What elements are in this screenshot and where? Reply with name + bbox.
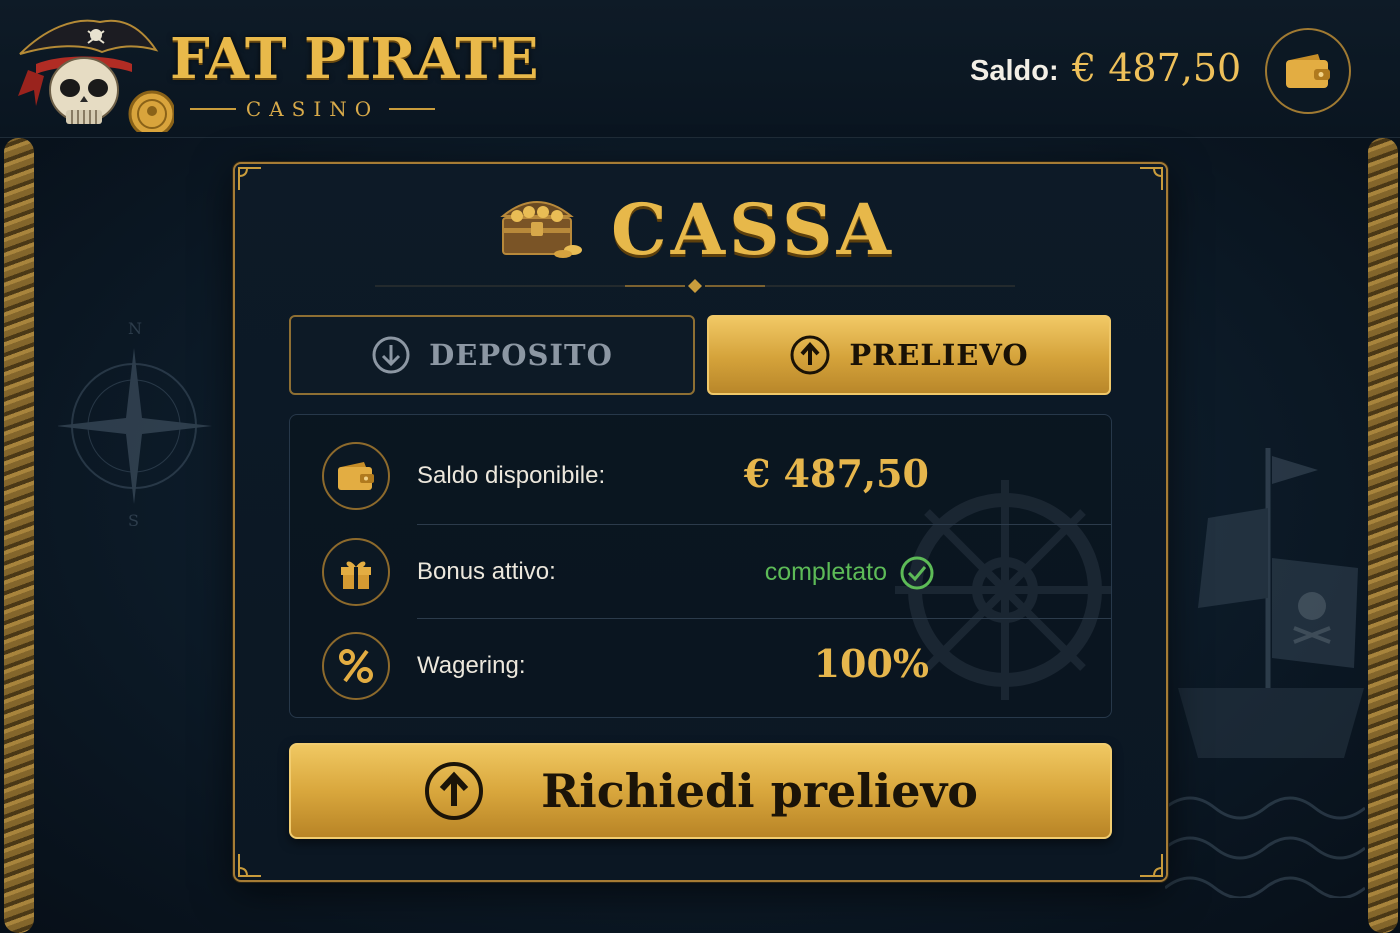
sea-waves-decoration [1165,796,1365,898]
tab-deposit[interactable]: DEPOSITO [289,315,695,395]
tab-deposit-label: DEPOSITO [429,338,613,372]
compass-icon: N S [58,319,212,530]
brand-subtitle-text: CASINO [245,97,380,121]
arrow-up-circle-icon [425,762,484,820]
wallet-button[interactable] [1265,28,1351,114]
bonus-status: completato [764,558,887,586]
brand-divider-left [190,108,236,110]
brand-name: FAT PIRATE [170,26,539,92]
cashier-title: CASSA [611,188,895,271]
check-circle-icon [900,556,934,590]
tab-withdraw-label: PRELIEVO [849,338,1029,372]
wallet-icon [1286,54,1330,88]
title-divider-ornament [375,279,1015,293]
balance-value: € 487,50 [1072,46,1242,90]
wagering-row: Wagering: 100% [290,619,1111,715]
gift-icon [322,538,390,606]
request-withdrawal-button[interactable]: Richiedi prelievo [289,743,1112,839]
rope-left-decoration [4,138,34,933]
corner-ornament [1140,854,1163,877]
bonus-label: Bonus attivo: [417,558,556,585]
treasure-chest-icon [500,201,582,258]
wagering-value: 100% [813,641,929,686]
top-bar: FAT PIRATE CASINO Saldo: € 487,50 [0,0,1400,138]
svg-text:N: N [128,319,142,338]
arrow-down-circle-icon [372,336,410,374]
brand-subtitle: CASINO [190,96,435,122]
corner-ornament [238,854,261,877]
corner-ornament [238,167,261,190]
available-balance-value: € 487,50 [743,451,929,496]
request-withdrawal-label: Richiedi prelievo [541,764,978,818]
balance-label: Saldo: [970,55,1059,87]
pirate-ship-icon [1178,448,1364,758]
account-summary: Saldo disponibile: € 487,50 Bonus attivo… [289,414,1112,718]
tab-withdraw[interactable]: PRELIEVO [707,315,1111,395]
bonus-row: Bonus attivo: completato [290,525,1111,621]
available-balance-row: Saldo disponibile: € 487,50 [290,429,1111,525]
cashier-panel: CASSA DEPOSITO PRELIEVO Saldo disponibil… [233,162,1168,882]
wallet-icon [322,442,390,510]
wagering-label: Wagering: [417,652,526,679]
svg-text:S: S [128,511,139,530]
brand-divider-right [389,108,435,110]
percent-icon [322,632,390,700]
pirate-skull-logo-icon[interactable] [14,10,176,138]
arrow-up-circle-icon [790,335,830,375]
corner-ornament [1140,167,1163,190]
rope-right-decoration [1368,138,1398,933]
available-balance-label: Saldo disponibile: [417,462,606,489]
